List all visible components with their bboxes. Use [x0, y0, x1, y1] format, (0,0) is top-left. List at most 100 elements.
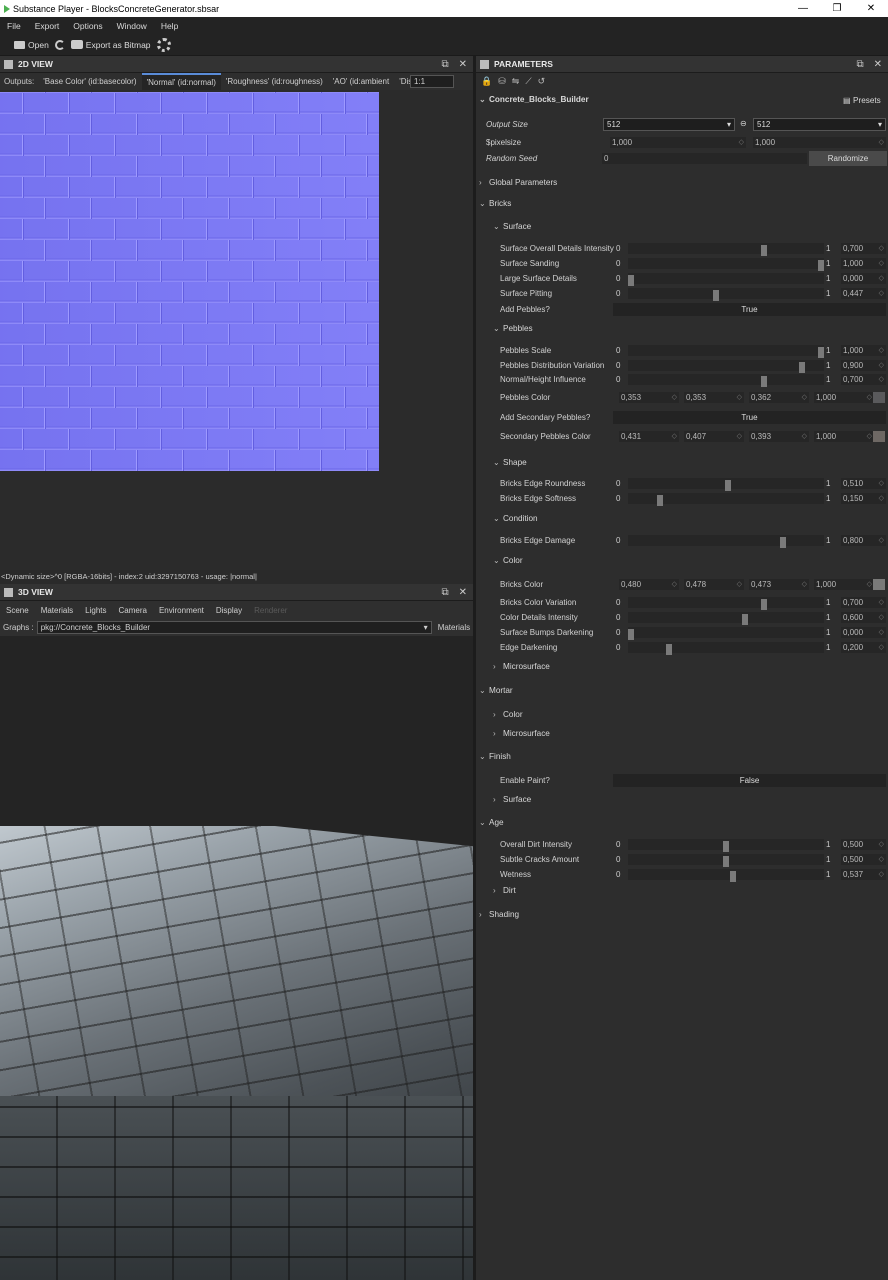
slider-value-field[interactable]: 0,500 ◇ — [841, 839, 886, 850]
section-pebbles[interactable]: ⌄ Pebbles — [493, 324, 533, 333]
output-size-height-select[interactable]: 512 — [753, 118, 886, 131]
color-b-field[interactable]: 0,393 ◇ — [749, 431, 809, 442]
slider-handle[interactable] — [818, 347, 824, 358]
slider-handle[interactable] — [761, 245, 767, 256]
section-mortar[interactable]: ⌄ Mortar — [479, 686, 513, 695]
menu-options[interactable]: Options — [66, 21, 109, 31]
slider-handle[interactable] — [666, 644, 672, 655]
slider-value-field[interactable]: 0,510 ◇ — [841, 478, 886, 489]
close-panel-icon[interactable]: ✕ — [459, 59, 467, 70]
section-age[interactable]: ⌄ Age — [479, 818, 504, 827]
slider-value-field[interactable]: 1,000 ◇ — [841, 258, 886, 269]
view3d-canvas[interactable] — [0, 636, 473, 1280]
color-a-field[interactable]: 1,000 ◇ — [814, 431, 874, 442]
section-microsurface[interactable]: › Microsurface — [493, 662, 550, 671]
slider-handle[interactable] — [761, 376, 767, 387]
slider-handle[interactable] — [780, 537, 786, 548]
section-finish-surface[interactable]: › Surface — [493, 795, 531, 804]
link-icon[interactable]: ⊖ — [740, 119, 747, 128]
menu-window[interactable]: Window — [110, 21, 154, 31]
slider-track[interactable] — [628, 273, 824, 286]
slider-handle[interactable] — [761, 599, 767, 610]
color-g-field[interactable]: 0,478 ◇ — [684, 579, 744, 590]
slider-handle[interactable] — [818, 260, 824, 271]
slider-value-field[interactable]: 0,447 ◇ — [841, 288, 886, 299]
slider-handle[interactable] — [742, 614, 748, 625]
close-panel-icon[interactable]: ✕ — [874, 59, 882, 70]
section-mortar-microsurface[interactable]: › Microsurface — [493, 729, 550, 738]
pixelsize-h-field[interactable]: 1,000 ◇ — [753, 137, 886, 148]
slider-handle[interactable] — [723, 841, 729, 852]
slider-value-field[interactable]: 0,500 ◇ — [841, 854, 886, 865]
slider-value-field[interactable]: 0,000 ◇ — [841, 273, 886, 284]
menu-export[interactable]: Export — [28, 21, 67, 31]
color-a-field[interactable]: 1,000 ◇ — [814, 579, 874, 590]
zoom-select[interactable]: 1:1 — [410, 75, 454, 88]
slider-track[interactable] — [628, 597, 824, 610]
randomize-button[interactable]: Randomize — [809, 151, 887, 166]
lock-icon[interactable]: 🔒 — [481, 76, 492, 87]
bool-toggle[interactable]: True — [613, 411, 886, 424]
slider-handle[interactable] — [725, 480, 731, 491]
bool-toggle[interactable]: False — [613, 774, 886, 787]
slider-track[interactable] — [628, 374, 824, 387]
slider-track[interactable] — [628, 243, 824, 256]
slider-value-field[interactable]: 0,000 ◇ — [841, 627, 886, 638]
slider-handle[interactable] — [723, 856, 729, 867]
slider-value-field[interactable]: 0,700 ◇ — [841, 374, 886, 385]
slider-track[interactable] — [628, 627, 824, 640]
section-surface[interactable]: ⌄ Surface — [493, 222, 531, 231]
slider-value-field[interactable]: 0,150 ◇ — [841, 493, 886, 504]
presets-button[interactable]: ▤ Presets — [843, 95, 881, 106]
slider-handle[interactable] — [628, 275, 634, 286]
color-b-field[interactable]: 0,473 ◇ — [749, 579, 809, 590]
slider-track[interactable] — [628, 478, 824, 491]
slider-value-field[interactable]: 0,600 ◇ — [841, 612, 886, 623]
undock-icon[interactable]: ⧉ — [441, 59, 448, 70]
pin-icon[interactable]: ⟋ — [525, 76, 531, 87]
color-r-field[interactable]: 0,480 ◇ — [619, 579, 679, 590]
section-finish[interactable]: ⌄ Finish — [479, 752, 511, 761]
color-g-field[interactable]: 0,353 ◇ — [684, 392, 744, 403]
tab-roughness[interactable]: 'Roughness' (id:roughness) — [221, 73, 328, 90]
slider-value-field[interactable]: 0,700 ◇ — [841, 597, 886, 608]
slider-handle[interactable] — [657, 495, 663, 506]
bool-toggle[interactable]: True — [613, 303, 886, 316]
menu-file[interactable]: File — [0, 21, 28, 31]
open-button[interactable]: Open — [14, 40, 49, 50]
slider-value-field[interactable]: 0,900 ◇ — [841, 360, 886, 371]
undock-icon[interactable]: ⧉ — [856, 59, 863, 70]
slider-value-field[interactable]: 1,000 ◇ — [841, 345, 886, 356]
color-swatch[interactable] — [873, 392, 885, 403]
section-dirt[interactable]: › Dirt — [493, 886, 516, 895]
slider-value-field[interactable]: 0,537 ◇ — [841, 869, 886, 880]
slider-track[interactable] — [628, 288, 824, 301]
slider-handle[interactable] — [628, 629, 634, 640]
section-condition[interactable]: ⌄ Condition — [493, 514, 538, 523]
slider-track[interactable] — [628, 839, 824, 852]
slider-track[interactable] — [628, 535, 824, 548]
slider-track[interactable] — [628, 854, 824, 867]
slider-handle[interactable] — [730, 871, 736, 882]
output-size-width-select[interactable]: 512 — [603, 118, 735, 131]
random-seed-field[interactable]: 0 — [602, 153, 807, 164]
tab-normal[interactable]: 'Normal' (id:normal) — [141, 73, 221, 90]
section-shading[interactable]: › Shading — [479, 910, 519, 919]
slider-track[interactable] — [628, 612, 824, 625]
color-r-field[interactable]: 0,431 ◇ — [619, 431, 679, 442]
slider-track[interactable] — [628, 869, 824, 882]
color-r-field[interactable]: 0,353 ◇ — [619, 392, 679, 403]
section-color[interactable]: ⌄ Color — [493, 556, 523, 565]
slider-track[interactable] — [628, 258, 824, 271]
section-bricks[interactable]: ⌄ Bricks — [479, 199, 511, 208]
tab-ao[interactable]: 'AO' (id:ambient — [328, 73, 394, 90]
slider-track[interactable] — [628, 493, 824, 506]
slider-handle[interactable] — [713, 290, 719, 301]
slider-value-field[interactable]: 0,200 ◇ — [841, 642, 886, 653]
menu-help[interactable]: Help — [154, 21, 185, 31]
reset-icon[interactable]: ↺ — [538, 76, 546, 87]
section-mortar-color[interactable]: › Color — [493, 710, 523, 719]
link-icon[interactable]: ⇋ — [512, 76, 520, 87]
slider-value-field[interactable]: 0,800 ◇ — [841, 535, 886, 546]
pixelsize-w-field[interactable]: 1,000 ◇ — [610, 137, 746, 148]
